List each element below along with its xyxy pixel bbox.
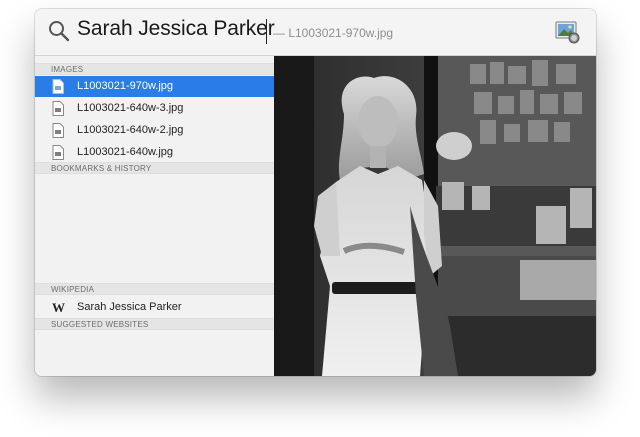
result-item-label: L1003021-640w.jpg — [77, 146, 174, 158]
result-item-label: L1003021-970w.jpg — [77, 80, 174, 92]
result-item-label: L1003021-640w-3.jpg — [77, 102, 184, 114]
section-header-images: IMAGES — [35, 63, 274, 75]
jpeg-file-icon — [52, 79, 64, 94]
text-caret — [266, 19, 267, 44]
preview-photo — [274, 56, 596, 376]
result-item-label: L1003021-640w-2.jpg — [77, 124, 184, 136]
jpeg-file-icon — [52, 123, 64, 138]
search-bar[interactable]: Sarah Jessica Parker — L1003021-970w.jpg — [35, 9, 596, 56]
result-item-wikipedia[interactable]: W Sarah Jessica Parker — [35, 297, 274, 318]
section-header-bookmarks: BOOKMARKS & HISTORY — [35, 162, 274, 174]
search-icon — [49, 21, 70, 42]
spotlight-window: Sarah Jessica Parker — L1003021-970w.jpg… — [35, 9, 596, 376]
result-item-image[interactable]: L1003021-640w.jpg — [35, 142, 274, 163]
completion-hint: — L1003021-970w.jpg — [273, 26, 394, 40]
image-preview — [274, 56, 596, 376]
section-header-wikipedia: WIKIPEDIA — [35, 283, 274, 295]
result-item-image[interactable]: L1003021-970w.jpg — [35, 76, 274, 97]
result-item-label: Sarah Jessica Parker — [77, 301, 182, 313]
results-list: IMAGES L1003021-970w.jpg L1003021-640w-3… — [35, 56, 274, 376]
result-item-image[interactable]: L1003021-640w-2.jpg — [35, 120, 274, 141]
preview-app-icon[interactable] — [554, 19, 580, 45]
jpeg-file-icon — [52, 145, 64, 160]
result-item-image[interactable]: L1003021-640w-3.jpg — [35, 98, 274, 119]
search-input[interactable]: Sarah Jessica Parker — [77, 17, 275, 41]
jpeg-file-icon — [52, 101, 64, 116]
wikipedia-icon: W — [52, 300, 65, 315]
section-header-suggested: SUGGESTED WEBSITES — [35, 318, 274, 330]
